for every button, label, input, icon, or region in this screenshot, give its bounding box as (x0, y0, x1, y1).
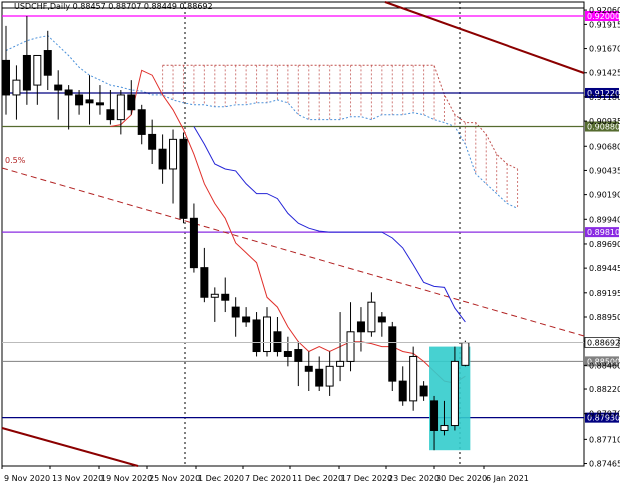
time-tick-label: 19 Nov 2020 (101, 474, 152, 483)
candle-bear (106, 109, 115, 121)
candle-bear (252, 319, 261, 353)
candle-bear (158, 148, 167, 170)
price-tick-label: 0.91670 (589, 45, 620, 54)
candle-bear (43, 50, 52, 76)
candle-bear (148, 133, 157, 150)
price-tick-label: 0.88950 (589, 313, 620, 322)
candle-bear (294, 349, 303, 362)
candle-bull (367, 301, 376, 333)
candle-bull (450, 360, 459, 427)
time-tick-label: 11 Dec 2020 (292, 474, 343, 483)
time-tick-label: 9 Nov 2020 (4, 474, 50, 483)
candle-bull (325, 365, 334, 387)
time-tick-label: 17 Dec 2020 (341, 474, 392, 483)
price-tick-label: 0.90680 (589, 142, 620, 151)
candle-bear (127, 94, 136, 111)
price-tick-label: 0.88220 (589, 385, 620, 394)
candle-bear (273, 331, 282, 353)
candle-bear (22, 54, 31, 91)
time-tick-label: 1 Dec 2020 (198, 474, 244, 483)
candle-bear (221, 293, 230, 301)
time-tick-label: 23 Dec 2020 (388, 474, 439, 483)
candle-bear (283, 351, 292, 357)
candle-bear (419, 385, 428, 397)
price-tick-label: 0.90435 (589, 166, 620, 175)
candlestick-chart-svg: 0.920000.912200.908800.898100.885000.879… (0, 0, 620, 487)
candle-bull (336, 360, 345, 367)
candle-bear (85, 99, 94, 104)
price-chart: 0.92000 0.91220 0.90880 0.89810 0.88500 0.879… (0, 0, 620, 487)
candle-bear (75, 94, 84, 106)
candle-bull (33, 54, 42, 86)
candle-bear (356, 321, 365, 333)
chart-background (0, 0, 620, 487)
candle-bear (189, 217, 198, 269)
fib-level-label: 0.5% (5, 156, 26, 165)
candle-bull (440, 425, 449, 431)
symbol-header: USDCHF,Daily 0.88457 0.88707 0.88449 0.8… (14, 2, 213, 11)
candle-bear (179, 138, 188, 219)
price-tick-label: 0.89940 (589, 215, 620, 224)
candle-bull (169, 138, 178, 170)
candle-bull (12, 79, 21, 96)
price-tick-label: 0.91915 (589, 20, 620, 29)
candle-bear (430, 400, 439, 431)
candle-bull (409, 355, 418, 402)
candle-bear (388, 326, 397, 382)
price-tick-label: 0.90190 (589, 191, 620, 200)
price-tick-label: 0.87710 (589, 435, 620, 444)
time-tick-label: 6 Jan 2021 (486, 474, 529, 483)
price-tick-label: 0.89445 (589, 264, 620, 273)
candle-bear (398, 380, 407, 402)
candle-bear (242, 316, 251, 323)
price-tick-label: 0.91425 (589, 69, 620, 78)
candle-bear (95, 102, 104, 106)
candle-bear (2, 59, 10, 96)
time-tick-label: 25 Nov 2020 (149, 474, 200, 483)
price-tick-label: 0.89690 (589, 240, 620, 249)
candle-bull (210, 293, 219, 298)
price-tick-label: 0.88460 (589, 361, 620, 370)
candle-bear (137, 109, 146, 135)
price-tick-label: 0.90935 (589, 117, 620, 126)
price-tick-label: 0.87970 (589, 410, 620, 419)
level-price-tag-text: 0.89810 (587, 228, 620, 237)
candle-bear (304, 365, 313, 372)
candle-bull (461, 342, 470, 366)
candle-bear (377, 316, 386, 323)
candle-bear (315, 368, 324, 387)
candle-bull (263, 316, 271, 353)
time-tick-label: 30 Dec 2020 (436, 474, 487, 483)
candle-bull (346, 331, 355, 362)
current-price-tag-text: 0.88692 (587, 338, 620, 347)
candle-bear (231, 306, 240, 318)
price-tick-label: 0.91180 (589, 93, 620, 102)
time-tick-label: 7 Dec 2020 (245, 474, 291, 483)
time-tick-label: 13 Nov 2020 (52, 474, 103, 483)
price-tick-label: 0.92060 (589, 6, 620, 15)
price-tick-label: 0.87465 (589, 460, 620, 469)
candle-bull (116, 94, 125, 121)
candle-bear (200, 267, 209, 298)
price-tick-label: 0.89195 (589, 289, 620, 298)
candle-bear (54, 84, 63, 91)
candle-bear (64, 89, 73, 96)
